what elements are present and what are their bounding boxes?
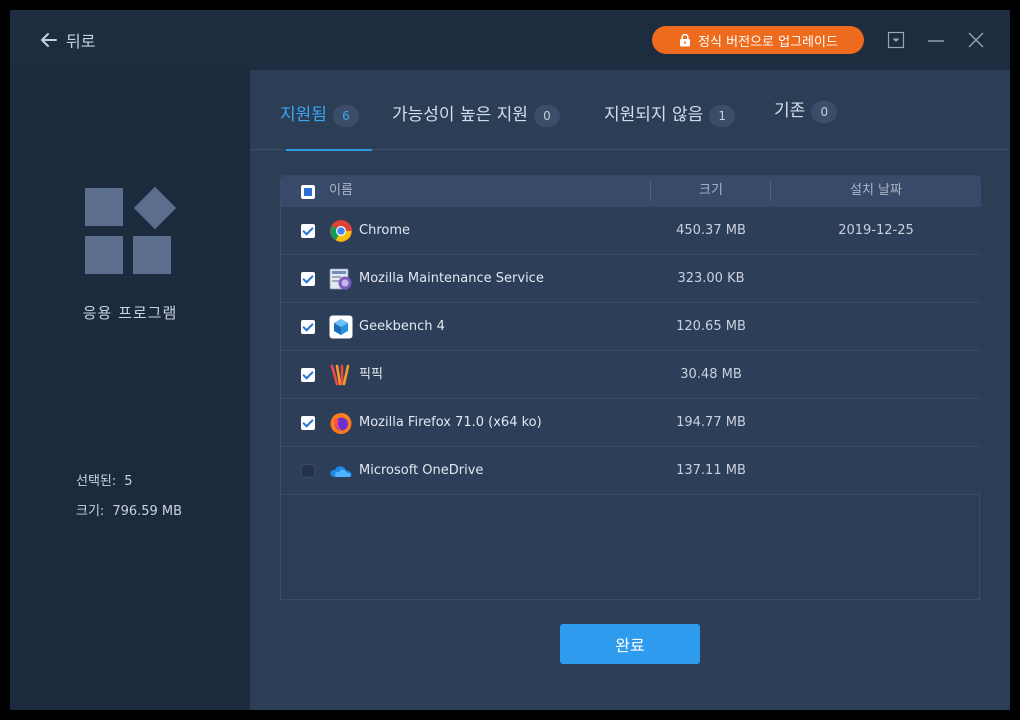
app-name: 픽픽 — [359, 367, 383, 382]
table-header: 이름 크기 설치 날짜 — [281, 175, 981, 207]
app-name: Chrome — [359, 223, 410, 238]
app-install-date: 2019-12-25 — [838, 223, 914, 238]
app-name: Mozilla Maintenance Service — [359, 271, 544, 286]
title-bar: 뒤로 정식 버전으로 업그레이드 — [10, 10, 1010, 70]
app-name: Mozilla Firefox 71.0 (x64 ko) — [359, 415, 542, 430]
tab-bar: 지원됨 6 가능성이 높은 지원 0 지원되지 않음 1 기존 0 — [250, 70, 1010, 151]
row-checkbox[interactable] — [301, 464, 315, 478]
back-label: 뒤로 — [66, 32, 96, 51]
table-row[interactable]: Chrome 450.37 MB 2019-12-25 — [281, 207, 981, 255]
app-install-date — [771, 399, 981, 447]
sidebar: 응용 프로그램 선택된: 5 크기: 796.59 MB — [10, 70, 250, 710]
app-name: Microsoft OneDrive — [359, 463, 484, 478]
chrome-icon — [330, 220, 352, 242]
app-size: 137.11 MB — [676, 463, 746, 478]
table-row[interactable]: Mozilla Maintenance Service 323.00 KB — [281, 255, 981, 303]
tab-likely-supported[interactable]: 가능성이 높은 지원 0 — [392, 96, 560, 128]
selected-label: 선택된: — [76, 474, 117, 489]
app-table: 이름 크기 설치 날짜 Chrome 450.37 MB 2019-12-25 … — [280, 175, 981, 600]
app-size: 30.48 MB — [680, 367, 742, 382]
app-size: 450.37 MB — [676, 223, 746, 238]
app-window: 뒤로 정식 버전으로 업그레이드 응용 프로그램 선택된: 5 크기: 796.… — [10, 10, 1010, 710]
size-value: 796.59 MB — [112, 504, 183, 519]
active-tab-indicator — [286, 149, 372, 151]
done-button[interactable]: 완료 — [560, 624, 700, 664]
table-row[interactable]: Mozilla Firefox 71.0 (x64 ko) 194.77 MB — [281, 399, 981, 447]
app-install-date — [771, 351, 981, 399]
tab-count-badge: 1 — [709, 105, 736, 127]
app-size: 194.77 MB — [676, 415, 746, 430]
app-install-date — [771, 447, 981, 495]
picpick-icon — [330, 364, 350, 386]
tab-label: 기존 — [774, 100, 806, 121]
category-label: 응용 프로그램 — [82, 304, 178, 322]
tab-label: 지원됨 — [280, 104, 327, 125]
close-icon[interactable] — [966, 30, 986, 50]
tab-count-badge: 0 — [811, 101, 838, 123]
lock-icon — [680, 33, 691, 47]
row-checkbox[interactable] — [301, 272, 315, 286]
column-size[interactable]: 크기 — [651, 175, 771, 207]
tab-count-badge: 0 — [533, 105, 560, 127]
applications-icon — [85, 186, 177, 274]
geekbench-icon — [329, 315, 353, 339]
onedrive-icon — [330, 466, 352, 477]
dropdown-menu-icon[interactable] — [886, 30, 906, 50]
upgrade-button[interactable]: 정식 버전으로 업그레이드 — [652, 26, 864, 54]
table-row[interactable]: Geekbench 4 120.65 MB — [281, 303, 981, 351]
app-install-date — [771, 303, 981, 351]
app-name: Geekbench 4 — [359, 319, 445, 334]
app-size: 323.00 KB — [677, 271, 745, 286]
tab-supported[interactable]: 지원됨 6 — [280, 96, 359, 128]
row-checkbox[interactable] — [301, 416, 315, 430]
firefox-icon — [330, 413, 352, 434]
mozilla-maintenance-icon — [329, 268, 352, 290]
row-checkbox[interactable] — [301, 320, 315, 334]
selected-size: 크기: 796.59 MB — [76, 500, 182, 519]
select-all-checkbox[interactable] — [301, 185, 315, 199]
app-size: 120.65 MB — [676, 319, 746, 334]
column-name[interactable]: 이름 — [329, 175, 353, 207]
size-label: 크기: — [76, 504, 105, 519]
selected-count: 선택된: 5 — [76, 470, 133, 489]
back-button[interactable]: 뒤로 — [40, 28, 95, 52]
row-checkbox[interactable] — [301, 224, 315, 238]
table-row[interactable]: 픽픽 30.48 MB — [281, 351, 981, 399]
tab-unsupported[interactable]: 지원되지 않음 1 — [604, 96, 736, 128]
row-checkbox[interactable] — [301, 368, 315, 382]
selected-value: 5 — [124, 474, 133, 489]
column-install-date[interactable]: 설치 날짜 — [771, 175, 981, 207]
upgrade-label: 정식 버전으로 업그레이드 — [698, 34, 838, 50]
tab-existing[interactable]: 기존 0 — [774, 92, 838, 124]
app-install-date — [771, 255, 981, 303]
tab-label: 가능성이 높은 지원 — [392, 104, 528, 125]
tab-label: 지원되지 않음 — [604, 104, 704, 125]
arrow-left-icon — [41, 33, 57, 47]
table-row[interactable]: Microsoft OneDrive 137.11 MB — [281, 447, 981, 495]
tab-count-badge: 6 — [332, 105, 359, 127]
main-panel: 지원됨 6 가능성이 높은 지원 0 지원되지 않음 1 기존 0 이름 크기 … — [250, 70, 1010, 710]
minimize-icon[interactable] — [926, 30, 946, 50]
